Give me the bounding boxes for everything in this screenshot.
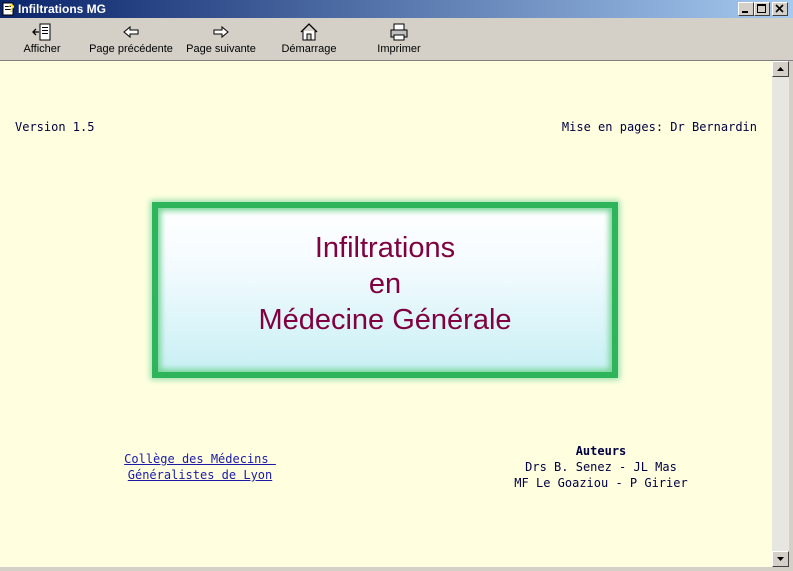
previous-page-button[interactable]: Page précédente — [88, 18, 174, 60]
college-link-line1[interactable]: Collège des Médecins — [110, 451, 290, 467]
scroll-up-button[interactable] — [772, 61, 789, 77]
print-button[interactable]: Imprimer — [372, 18, 426, 60]
next-page-label: Page suivante — [186, 43, 256, 55]
version-text: Version 1.5 — [15, 120, 95, 134]
previous-page-label: Page précédente — [89, 43, 173, 55]
close-button[interactable] — [772, 2, 788, 16]
minimize-icon — [742, 11, 748, 13]
help-app-icon: ? — [2, 2, 15, 16]
print-label: Imprimer — [377, 43, 421, 55]
close-icon — [775, 4, 784, 13]
scroll-down-button[interactable] — [772, 551, 789, 567]
title-banner: Infiltrations en Médecine Générale — [152, 202, 618, 378]
banner-title-line2: en — [368, 268, 402, 300]
authors-line1: Drs B. Senez - JL Mas — [525, 460, 677, 474]
window-title: Infiltrations MG — [18, 2, 106, 16]
home-icon — [300, 23, 318, 41]
home-button[interactable]: Démarrage — [279, 18, 339, 60]
banner-title-line3: Médecine Générale — [258, 304, 512, 336]
window-frame-edge — [789, 61, 793, 567]
minimize-button[interactable] — [738, 2, 754, 16]
printer-icon — [390, 23, 408, 41]
college-link-line2[interactable]: Généralistes de Lyon — [110, 467, 290, 483]
vertical-scrollbar[interactable] — [772, 61, 789, 567]
svg-text:?: ? — [8, 3, 15, 15]
banner-title-line1: Infiltrations — [314, 232, 456, 264]
next-page-button[interactable]: Page suivante — [184, 18, 258, 60]
arrow-down-icon — [777, 557, 784, 561]
arrow-right-icon — [213, 25, 229, 39]
maximize-icon — [757, 4, 766, 13]
show-pane-icon — [32, 23, 51, 41]
arrow-up-icon — [777, 67, 784, 71]
authors-line2: MF Le Goaziou - P Girier — [514, 476, 688, 490]
authors-block: Auteurs Drs B. Senez - JL Mas MF Le Goaz… — [470, 443, 732, 491]
show-button-label: Afficher — [23, 43, 61, 55]
show-button[interactable]: Afficher — [12, 18, 72, 60]
authors-heading: Auteurs — [575, 444, 627, 458]
arrow-left-icon — [123, 25, 139, 39]
toolbar: Afficher Page précédente Page suivante D… — [0, 18, 793, 61]
help-topic-pane: Version 1.5 Mise en pages: Dr Bernardin … — [0, 61, 772, 567]
credit-text: Mise en pages: Dr Bernardin — [561, 120, 757, 134]
college-link[interactable]: Collège des Médecins Généralistes de Lyo… — [110, 451, 290, 483]
window-title-bar[interactable]: ? Infiltrations MG — [0, 0, 793, 18]
home-label: Démarrage — [281, 43, 337, 55]
maximize-button[interactable] — [754, 2, 770, 16]
